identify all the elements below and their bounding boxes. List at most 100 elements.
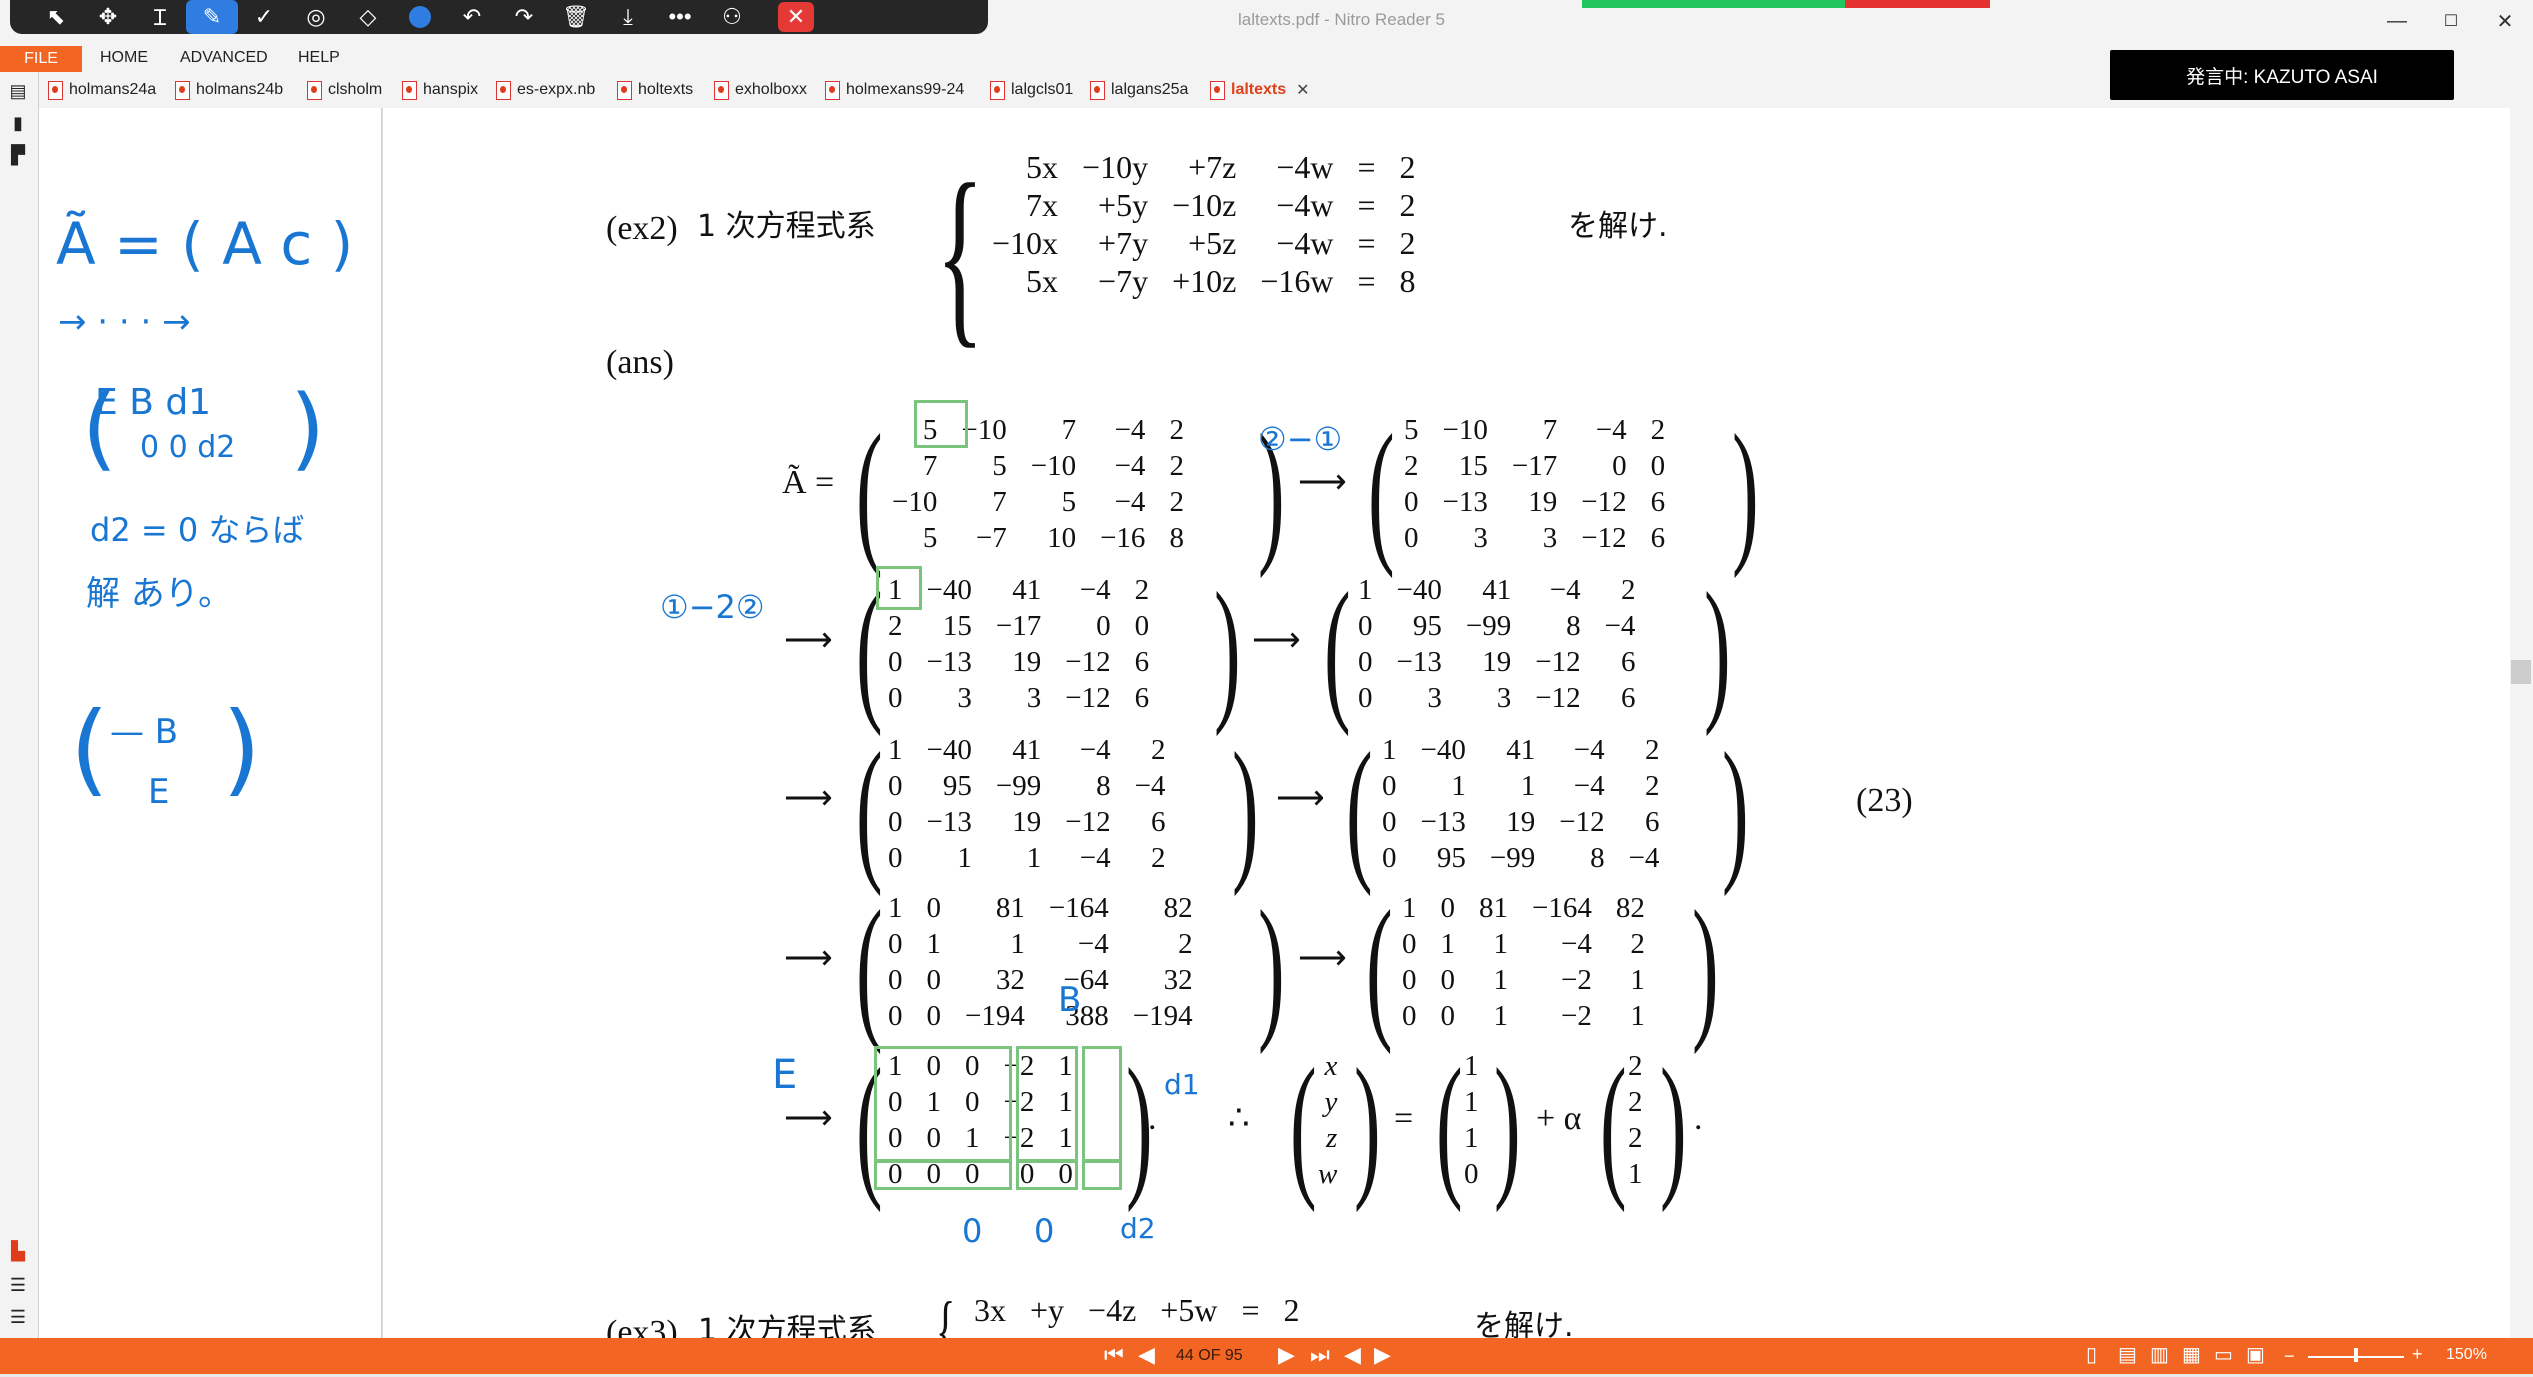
minimize-button[interactable]: — <box>2366 0 2428 42</box>
continuous-icon[interactable]: ▤ <box>2118 1342 2137 1367</box>
file-menu[interactable]: FILE <box>0 46 82 72</box>
bookmark-icon[interactable]: ▮ <box>6 112 30 134</box>
matrix-cell: −2 <box>1561 1000 1592 1032</box>
arrow: ⟶ <box>1252 622 1301 659</box>
matrix-row: 2 <box>1616 1048 1655 1084</box>
tab-holmans24a[interactable]: holmans24a <box>48 76 156 104</box>
pages-icon[interactable]: ▤ <box>6 80 30 102</box>
paren-right: ) <box>1732 401 1759 579</box>
fit-width-icon[interactable]: ▭ <box>2214 1342 2233 1367</box>
matrix-cell: 8 <box>1399 263 1416 299</box>
color-icon[interactable] <box>394 0 446 34</box>
check-icon[interactable]: ✓ <box>238 0 290 34</box>
tab-holmans24b[interactable]: holmans24b <box>175 76 283 104</box>
matrix-cell: +5w <box>1160 1292 1218 1328</box>
matrix-cell: +10z <box>1172 263 1237 299</box>
facing-icon[interactable]: ▥ <box>2150 1342 2169 1367</box>
fit-page-icon[interactable]: ▣ <box>2246 1342 2265 1367</box>
facing-continuous-icon[interactable]: ▦ <box>2182 1342 2201 1367</box>
matrix-row: 5 −7 10 −16 8 <box>880 520 1196 556</box>
forward-view-icon[interactable]: ▶ <box>1374 1342 1391 1368</box>
matrix-cell: 1 <box>1464 1050 1479 1082</box>
tab-laltexts[interactable]: laltexts ✕ <box>1210 76 1310 104</box>
scroll-thumb[interactable] <box>2511 660 2531 684</box>
close-pen-icon[interactable]: ✕ <box>778 2 814 32</box>
prev-page-icon[interactable]: ◀ <box>1138 1342 1155 1368</box>
home-menu[interactable]: HOME <box>100 49 148 67</box>
tab-lalgcls01[interactable]: lalgcls01 <box>990 76 1073 104</box>
tab-hanspix[interactable]: hanspix <box>402 76 478 104</box>
arrow: ⟶ <box>784 1100 833 1137</box>
tab-holmexans99-24[interactable]: holmexans99-24 <box>825 76 964 104</box>
zoom-level[interactable]: 150% <box>2446 1346 2487 1364</box>
tab-exholboxx[interactable]: exholboxx <box>714 76 807 104</box>
matrix-cell: −4 <box>1604 610 1636 642</box>
matrix-cell: −4 <box>1079 734 1111 766</box>
matrix-cell: y <box>1324 1086 1338 1118</box>
lasso-icon[interactable]: ◎ <box>290 0 342 34</box>
tab-es-expx[interactable]: es-expx.nb <box>496 76 595 104</box>
matrix-cell: +y <box>1030 1292 1065 1328</box>
matrix-4: 1 −40 41 −4 2 0 95 −99 8 −4 0 −13 19 −12 6 0 3 3 −12 6 <box>1346 572 1647 716</box>
matrix-cell: 19 <box>1012 646 1042 678</box>
tab-holtexts[interactable]: holtexts <box>617 76 693 104</box>
next-page-icon[interactable]: ▶ <box>1278 1342 1295 1368</box>
single-page-icon[interactable]: ▯ <box>2086 1342 2097 1367</box>
pdf-icon <box>1090 80 1105 100</box>
matrix-cell: 0 <box>1402 1000 1417 1032</box>
recording-indicator-red <box>1845 0 1990 8</box>
back-view-icon[interactable]: ◀ <box>1344 1342 1361 1368</box>
matrix-cell: −10 <box>892 486 938 518</box>
zoom-out-icon[interactable]: − <box>2284 1346 2295 1367</box>
eraser-icon[interactable]: ◇ <box>342 0 394 34</box>
matrix-cell: −4 <box>1561 928 1592 960</box>
vertical-scrollbar[interactable] <box>2510 72 2533 1338</box>
undo-icon[interactable]: ↶ <box>446 0 498 34</box>
help-menu[interactable]: HELP <box>298 49 340 67</box>
comments-icon[interactable]: ▙ <box>6 1240 30 1262</box>
pen-icon[interactable]: ✎ <box>186 0 238 34</box>
matrix-cell: = <box>1357 263 1376 299</box>
matrix-cell: 41 <box>1012 574 1042 606</box>
download-icon[interactable]: ⤓ <box>602 0 654 34</box>
zero-b-box <box>1016 1160 1078 1190</box>
tab-lalgans25a[interactable]: lalgans25a <box>1090 76 1188 104</box>
people-icon[interactable]: ⚇ <box>706 0 758 34</box>
matrix-row: 1 <box>1452 1048 1491 1084</box>
pointer-icon[interactable]: ⬉ <box>30 0 82 34</box>
paren-right: ) <box>1722 719 1749 897</box>
advanced-menu[interactable]: ADVANCED <box>180 49 268 67</box>
outline-icon[interactable]: ☰ <box>6 1306 30 1328</box>
zoom-slider-thumb[interactable] <box>2354 1348 2358 1362</box>
matrix-cell: 0 <box>888 770 903 802</box>
more-icon[interactable]: ••• <box>654 0 706 34</box>
matrix-cell: −4 <box>1114 414 1146 446</box>
last-page-icon[interactable]: ⏭ <box>1310 1342 1330 1368</box>
first-page-icon[interactable]: ⏮ <box>1104 1342 1124 1368</box>
matrix-cell: 2 <box>1169 450 1184 482</box>
matrix-cell: −13 <box>926 646 972 678</box>
matrix-cell: 5 <box>1061 486 1077 518</box>
redo-icon[interactable]: ↷ <box>498 0 550 34</box>
matrix-cell: 0 <box>926 964 942 996</box>
layers-icon[interactable]: ▛ <box>6 144 30 166</box>
move-icon[interactable]: ✥ <box>82 0 134 34</box>
delete-icon[interactable]: 🗑 <box>550 0 602 34</box>
close-window-button[interactable]: ✕ <box>2474 0 2533 42</box>
matrix-cell: 0 <box>1358 610 1373 642</box>
matrix-cell: 2 <box>1399 225 1416 261</box>
matrix-cell: 0 <box>1464 1158 1479 1190</box>
maximize-button[interactable]: ☐ <box>2420 0 2482 42</box>
equation-system: 5x −10y +7z −4w = 2 7x +5y −10z −4w = 2 −10x +7y +5z −4… <box>980 148 1428 300</box>
paren-right: ) <box>1354 1035 1381 1213</box>
list-icon[interactable]: ☰ <box>6 1274 30 1296</box>
zoom-in-icon[interactable]: + <box>2412 1344 2423 1365</box>
pivot-box-1 <box>876 566 922 610</box>
matrix-cell: −4 <box>1573 770 1605 802</box>
tab-clsholm[interactable]: clsholm <box>307 76 382 104</box>
text-cursor-icon[interactable]: Ɪ <box>134 0 186 34</box>
b-column-box <box>1016 1046 1078 1162</box>
tab-close-icon[interactable]: ✕ <box>1296 80 1309 100</box>
matrix-cell: 2 <box>1169 486 1184 518</box>
page-indicator[interactable]: 44 OF 95 <box>1176 1347 1243 1365</box>
